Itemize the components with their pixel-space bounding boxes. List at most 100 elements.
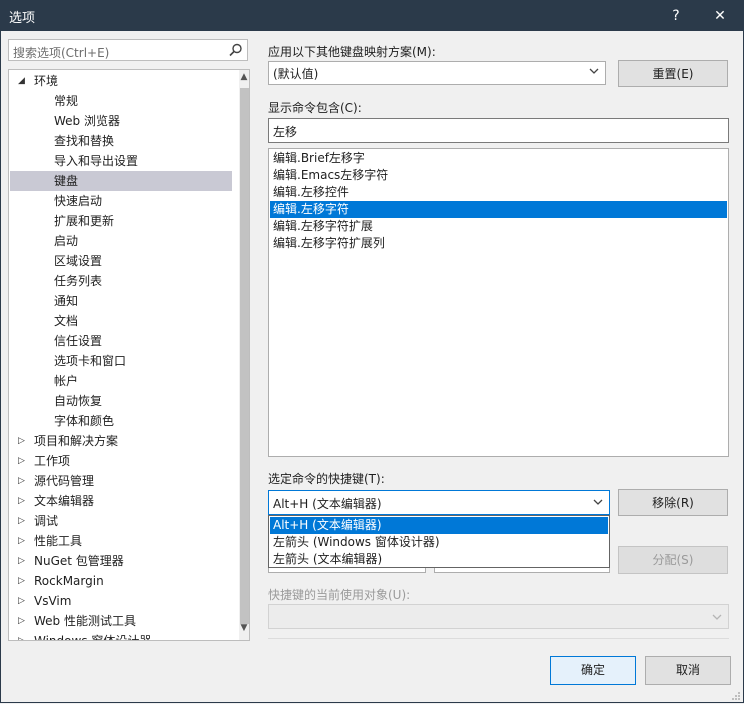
tree-item-label: 扩展和更新 (54, 214, 115, 228)
resize-grip-icon[interactable] (731, 691, 741, 701)
command-list-item[interactable]: 编辑.左移控件 (270, 184, 727, 201)
used-by-select[interactable] (268, 604, 729, 629)
shortcuts-label: 选定命令的快捷键(T): (268, 472, 385, 486)
mapping-value: (默认值) (273, 67, 319, 81)
tree-item[interactable]: 快速启动 (10, 191, 232, 211)
tree-item[interactable]: 文档 (10, 311, 232, 331)
tree-item-label: 查找和替换 (54, 134, 115, 148)
tree-collapsed-icon[interactable]: ▷ (18, 471, 30, 491)
command-list-item[interactable]: 编辑.左移字符扩展 (270, 218, 727, 235)
tree-item-label: 通知 (54, 294, 79, 308)
tree-item[interactable]: 常规 (10, 91, 232, 111)
cancel-button[interactable]: 取消 (645, 656, 731, 685)
search-input[interactable]: 搜索选项(Ctrl+E) (8, 39, 248, 61)
tree-item[interactable]: 信任设置 (10, 331, 232, 351)
tree-item-label: 工作项 (34, 454, 71, 468)
tree-item[interactable]: 导入和导出设置 (10, 151, 232, 171)
command-filter-value: 左移 (273, 125, 298, 139)
tree-item-label: 性能工具 (34, 534, 83, 548)
tree-item-label: 源代码管理 (34, 474, 95, 488)
assign-button[interactable]: 分配(S) (618, 546, 728, 574)
scroll-up-icon[interactable]: ▲ (239, 72, 249, 88)
tree-collapsed-icon[interactable]: ▷ (18, 631, 30, 640)
ok-button[interactable]: 确定 (550, 656, 636, 685)
command-filter-input[interactable]: 左移 (268, 118, 729, 143)
shortcut-value: Alt+H (文本编辑器) (273, 497, 382, 511)
tree-item-label: 字体和颜色 (54, 414, 115, 428)
tree-collapsed-icon[interactable]: ▷ (18, 571, 30, 591)
close-button[interactable]: ✕ (700, 0, 740, 31)
close-icon: ✕ (714, 7, 726, 24)
shortcut-select[interactable]: Alt+H (文本编辑器) (268, 490, 610, 515)
tree-item-label: Windows 窗体设计器 (34, 634, 152, 641)
tree-item-label: 任务列表 (54, 274, 103, 288)
mapping-select[interactable]: (默认值) (268, 61, 606, 85)
shortcut-option[interactable]: 左箭头 (文本编辑器) (270, 551, 608, 568)
tree-item[interactable]: ▷ VsVim (10, 591, 232, 611)
tree-item[interactable]: 选项卡和窗口 (10, 351, 232, 371)
command-list[interactable]: 编辑.Brief左移字 编辑.Emacs左移字符 编辑.左移控件 编辑.左移字符 编辑.… (268, 148, 729, 457)
tree-item-label: 文本编辑器 (34, 494, 95, 508)
tree-item[interactable]: 启动 (10, 231, 232, 251)
shortcut-option[interactable]: Alt+H (文本编辑器) (270, 517, 608, 534)
chevron-down-icon (589, 68, 599, 74)
search-icon (229, 43, 242, 57)
scroll-thumb[interactable] (240, 88, 249, 624)
tree-collapsed-icon[interactable]: ▷ (18, 431, 30, 451)
remove-button[interactable]: 移除(R) (618, 489, 728, 516)
tree-item-label: 调试 (34, 514, 59, 528)
tree-item[interactable]: 键盘 (10, 171, 232, 191)
options-tree[interactable]: ◢ 环境 常规 Web 浏览器 查找和替换导入和导出设置键盘快速启动扩展和更新启动区域设… (8, 69, 250, 641)
tree-item-label: Web 浏览器 (54, 114, 120, 128)
tree-item-label: 自动恢复 (54, 394, 103, 408)
command-list-item[interactable]: 编辑.左移字符扩展列 (270, 235, 727, 252)
title-bar: 选项 ? ✕ (0, 0, 744, 31)
tree-item[interactable]: ▷ NuGet 包管理器 (10, 551, 232, 571)
window-title: 选项 (9, 11, 36, 26)
command-list-item[interactable]: 编辑.Brief左移字 (270, 150, 727, 167)
reset-button[interactable]: 重置(E) (618, 60, 728, 87)
tree-collapsed-icon[interactable]: ▷ (18, 531, 30, 551)
tree-item-label: 快速启动 (54, 194, 103, 208)
chevron-down-icon (593, 499, 603, 505)
scroll-down-icon[interactable]: ▼ (239, 623, 249, 639)
tree-item-label: NuGet 包管理器 (34, 554, 124, 568)
tree-item[interactable]: ▷ Windows 窗体设计器 (10, 631, 232, 641)
tree-item[interactable]: ▷ 调试 (10, 511, 232, 531)
tree-item-label: 键盘 (54, 174, 79, 188)
tree-item[interactable]: ▷ RockMargin (10, 571, 232, 591)
tree-item[interactable]: ▷ Web 性能测试工具 (10, 611, 232, 631)
tree-collapsed-icon[interactable]: ▷ (18, 511, 30, 531)
shortcut-dropdown[interactable]: Alt+H (文本编辑器) 左箭头 (Windows 窗体设计器) 左箭头 (文本编… (268, 515, 610, 568)
commands-label: 显示命令包含(C): (268, 101, 362, 115)
tree-item[interactable]: 通知 (10, 291, 232, 311)
tree-item[interactable]: Web 浏览器 (10, 111, 232, 131)
tree-item[interactable]: ▷ 项目和解决方案 (10, 431, 232, 451)
command-list-item[interactable]: 编辑.Emacs左移字符 (270, 167, 727, 184)
tree-item-label: RockMargin (34, 574, 104, 588)
tree-collapsed-icon[interactable]: ▷ (18, 591, 30, 611)
tree-collapsed-icon[interactable]: ▷ (18, 491, 30, 511)
tree-collapsed-icon[interactable]: ▷ (18, 451, 30, 471)
tree-item[interactable]: 区域设置 (10, 251, 232, 271)
tree-item[interactable]: ▷ 源代码管理 (10, 471, 232, 491)
tree-expanded-icon[interactable]: ◢ (18, 71, 30, 91)
tree-item[interactable]: ▷ 性能工具 (10, 531, 232, 551)
tree-item[interactable]: ▷ 文本编辑器 (10, 491, 232, 511)
tree-item-label: 项目和解决方案 (34, 434, 119, 448)
tree-item[interactable]: ▷ 工作项 (10, 451, 232, 471)
tree-item[interactable]: 自动恢复 (10, 391, 232, 411)
tree-item[interactable]: 扩展和更新 (10, 211, 232, 231)
tree-item[interactable]: 查找和替换 (10, 131, 232, 151)
shortcut-option[interactable]: 左箭头 (Windows 窗体设计器) (270, 534, 608, 551)
tree-item[interactable]: ◢ 环境 (10, 71, 232, 91)
tree-scrollbar[interactable]: ▲ ▼ (239, 70, 249, 640)
tree-item[interactable]: 帐户 (10, 371, 232, 391)
command-list-item[interactable]: 编辑.左移字符 (270, 201, 727, 218)
tree-item[interactable]: 字体和颜色 (10, 411, 232, 431)
tree-collapsed-icon[interactable]: ▷ (18, 611, 30, 631)
tree-item-label: 区域设置 (54, 254, 103, 268)
tree-item[interactable]: 任务列表 (10, 271, 232, 291)
tree-collapsed-icon[interactable]: ▷ (18, 551, 30, 571)
help-button[interactable]: ? (656, 0, 696, 31)
